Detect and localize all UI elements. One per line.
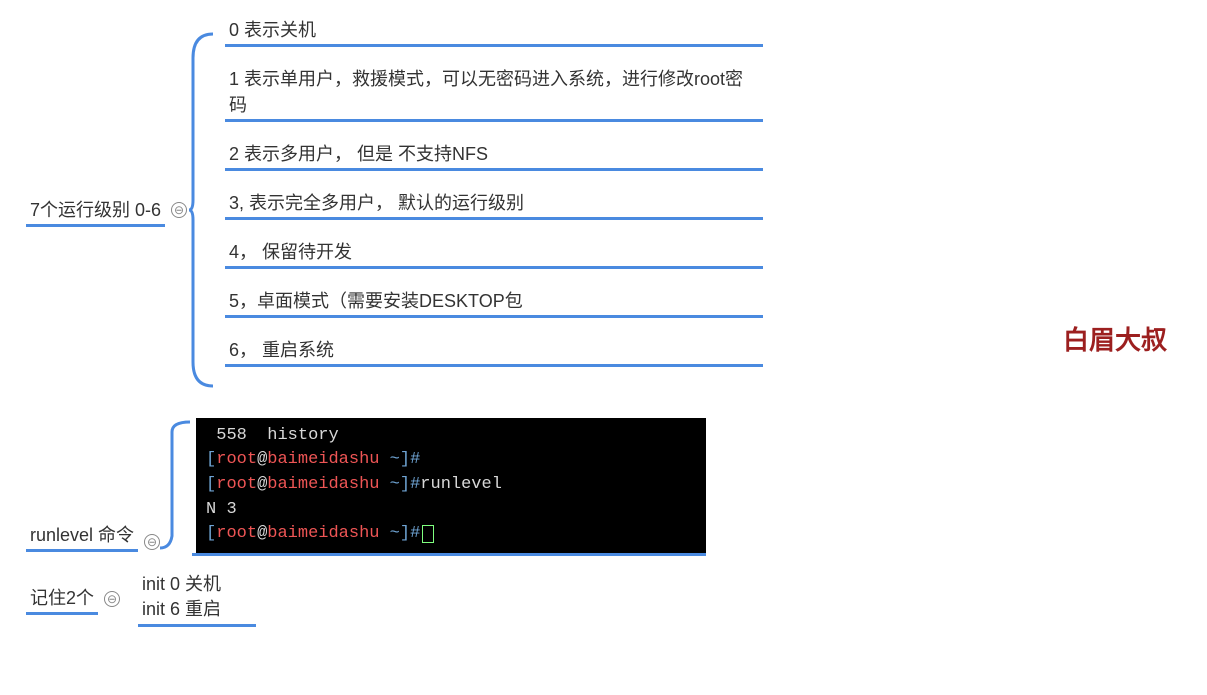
level-3: 3, 表示完全多用户， 默认的运行级别 — [225, 187, 763, 220]
level-2: 2 表示多用户， 但是 不支持NFS — [225, 138, 763, 171]
term-line-1: 558 history — [206, 424, 696, 449]
cursor-icon — [422, 525, 434, 543]
toggle-button-2[interactable]: ⊖ — [144, 534, 160, 550]
label-runlevel-cmd: runlevel 命令 — [26, 519, 138, 552]
label-remember2: 记住2个 — [26, 582, 98, 615]
level-6: 6， 重启系统 — [225, 334, 763, 367]
level-0: 0 表示关机 — [225, 14, 763, 47]
branch-runlevel-cmd: runlevel 命令 ⊖ 558 history [root@baimeida… — [20, 416, 1187, 556]
terminal-block: 558 history [root@baimeidashu ~]# [root@… — [196, 418, 706, 553]
init-commands: init 0 关机 init 6 重启 — [138, 570, 256, 627]
init-6-line: init 6 重启 — [142, 597, 252, 622]
brace-icon — [189, 10, 213, 410]
level-1: 1 表示单用户，救援模式，可以无密码进入系统，进行修改root密码 — [225, 63, 763, 122]
runlevel-list: 0 表示关机 1 表示单用户，救援模式，可以无密码进入系统，进行修改root密码… — [219, 10, 769, 410]
term-line-4: N 3 — [206, 498, 696, 523]
branch-remember2: 记住2个 ⊖ init 0 关机 init 6 重启 — [20, 570, 1187, 627]
toggle-button-1[interactable]: ⊖ — [171, 202, 187, 218]
term-line-3: [root@baimeidashu ~]#runlevel — [206, 473, 696, 498]
branch1-left: 7个运行级别 0-6 ⊖ — [20, 10, 189, 410]
branch-runlevels: 7个运行级别 0-6 ⊖ 0 表示关机 1 表示单用户，救援模式，可以无密码进入… — [20, 10, 1187, 410]
level-5: 5，卓面模式（需要安装DESKTOP包 — [225, 285, 763, 318]
label-7runlevels: 7个运行级别 0-6 — [26, 194, 165, 227]
level-4: 4， 保留待开发 — [225, 236, 763, 269]
term-line-2: [root@baimeidashu ~]# — [206, 448, 696, 473]
watermark-logo: 白眉大叔 — [1063, 320, 1167, 357]
terminal-wrapper: 558 history [root@baimeidashu ~]# [root@… — [192, 418, 706, 556]
toggle-button-3[interactable]: ⊖ — [104, 591, 120, 607]
connector-line-1 — [160, 416, 190, 556]
init-0-line: init 0 关机 — [142, 572, 252, 597]
term-line-5: [root@baimeidashu ~]# — [206, 522, 696, 547]
